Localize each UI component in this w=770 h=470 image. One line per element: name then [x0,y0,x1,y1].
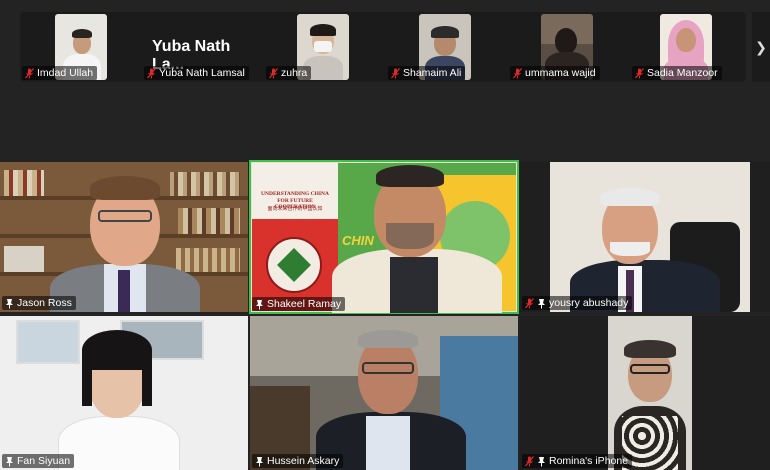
pin-icon [255,299,264,310]
pin-icon [5,298,14,309]
participant-name-tag: zuhra [266,66,312,80]
participant-filmstrip: Imdad Ullah Yuba Nath La... Yuba Nath La… [20,12,746,82]
mic-muted-icon [147,67,156,79]
pin-icon [537,456,546,467]
video-tile-rominas-iphone[interactable]: Romina's iPhone [520,316,770,470]
mic-muted-icon [391,67,400,79]
mic-muted-icon [635,67,644,79]
strip-participant-imdad-ullah[interactable]: Imdad Ullah [20,12,142,82]
participant-video [608,316,692,470]
mic-muted-icon [269,67,278,79]
participant-name-tag: Jason Ross [2,296,76,310]
participant-name: Jason Ross [17,297,72,309]
participant-name: Hussein Askary [267,455,340,467]
book-subtitle: 面向未来合作的中国认知 [267,206,323,212]
strip-participant-yuba-nath-lamsal[interactable]: Yuba Nath La... Yuba Nath Lamsal [142,12,264,82]
mic-muted-icon [513,67,522,79]
pin-icon [537,298,546,309]
strip-participant-zuhra[interactable]: zuhra [264,12,386,82]
strip-participant-shamaim-ali[interactable]: Shamaim Ali [386,12,508,82]
video-tile-jason-ross[interactable]: Jason Ross [0,162,248,312]
participant-name: Yuba Nath Lamsal [159,67,245,79]
participant-name-tag: Yuba Nath Lamsal [144,66,249,80]
pin-icon [255,456,264,467]
chevron-right-icon: ❯ [755,38,767,55]
participant-name-tag: Romina's iPhone [522,454,633,468]
video-tile-shakeel-ramay[interactable]: UNDERSTANDING CHINA FOR FUTURE COOPERATI… [249,160,519,314]
strip-participant-sadia-manzoor[interactable]: Sadia Manzoor [630,12,746,82]
book-cover: UNDERSTANDING CHINA FOR FUTURE COOPERATI… [252,163,338,311]
filmstrip-next-button[interactable]: ❯ [752,12,770,82]
participant-name-tag: Fan Siyuan [2,454,75,468]
participant-name: Romina's iPhone [549,455,629,467]
video-tile-yousry-abushady[interactable]: yousry abushady [520,162,770,312]
participant-name: zuhra [281,67,308,79]
participant-name: Imdad Ullah [37,67,94,79]
participant-name: Fan Siyuan [17,455,71,467]
participant-name-tag: ummama wajid [510,66,600,80]
video-tile-fan-siyuan[interactable]: Fan Siyuan [0,316,248,470]
participant-name: yousry abushady [549,297,629,309]
participant-name-tag: Imdad Ullah [22,66,98,80]
mic-muted-icon [25,67,34,79]
video-tile-hussein-askary[interactable]: Hussein Askary [250,316,518,470]
participant-name-tag: yousry abushady [522,296,633,310]
participant-name: Shakeel Ramay [267,298,342,310]
mic-muted-icon [525,297,534,309]
participant-name-tag: Shamaim Ali [388,66,466,80]
mic-muted-icon [525,455,534,467]
participant-name-tag: Shakeel Ramay [252,297,346,311]
participant-name: ummama wajid [525,67,596,79]
participant-name-tag: Sadia Manzoor [632,66,722,80]
participant-name: Shamaim Ali [403,67,462,79]
participant-name-tag: Hussein Askary [252,454,344,468]
strip-participant-ummama-wajid[interactable]: ummama wajid [508,12,630,82]
participant-name: Sadia Manzoor [647,67,718,79]
pin-icon [5,456,14,467]
